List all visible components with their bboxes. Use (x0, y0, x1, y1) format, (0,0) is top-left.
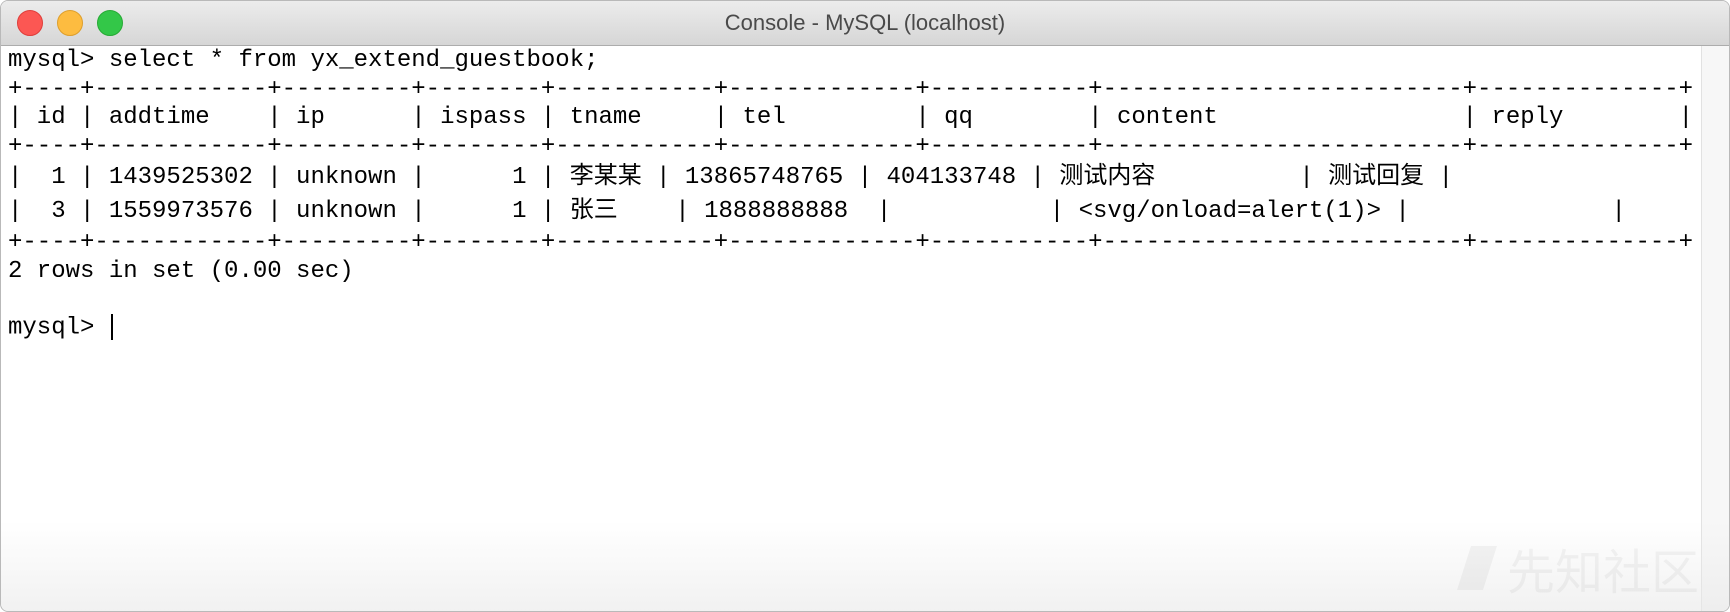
table-border-top: +----+------------+---------+--------+--… (8, 75, 1694, 103)
table-header: | id | addtime | ip | ispass | tname | t… (8, 104, 1694, 131)
result-summary: 2 rows in set (0.00 sec) (8, 257, 354, 285)
table-border-bottom: +----+------------+---------+--------+--… (8, 229, 1694, 256)
table-border-mid: +----+------------+---------+--------+--… (8, 132, 1694, 160)
table-row: | 3 | 1559973576 | unknown | 1 | 张三 | 18… (8, 198, 1626, 225)
watermark-text: 先知社区 (1507, 533, 1699, 603)
watermark-logo-icon (1456, 546, 1497, 590)
command-line: mysql> select * from yx_extend_guestbook… (8, 47, 599, 74)
title-bar: Console - MySQL (localhost) (1, 1, 1729, 46)
prompt-line[interactable]: mysql> (8, 314, 1699, 343)
vertical-scrollbar[interactable] (1701, 46, 1729, 611)
table-row: | 1 | 1439525302 | unknown | 1 | 李某某 | 1… (8, 164, 1453, 191)
text-cursor (110, 314, 113, 340)
terminal-window: Console - MySQL (localhost) mysql> selec… (0, 0, 1730, 612)
prompt: mysql> (8, 314, 109, 342)
watermark: 先知社区 (1456, 533, 1699, 603)
console-output[interactable]: mysql> select * from yx_extend_guestbook… (8, 47, 1699, 611)
window-title: Console - MySQL (localhost) (724, 10, 1006, 35)
